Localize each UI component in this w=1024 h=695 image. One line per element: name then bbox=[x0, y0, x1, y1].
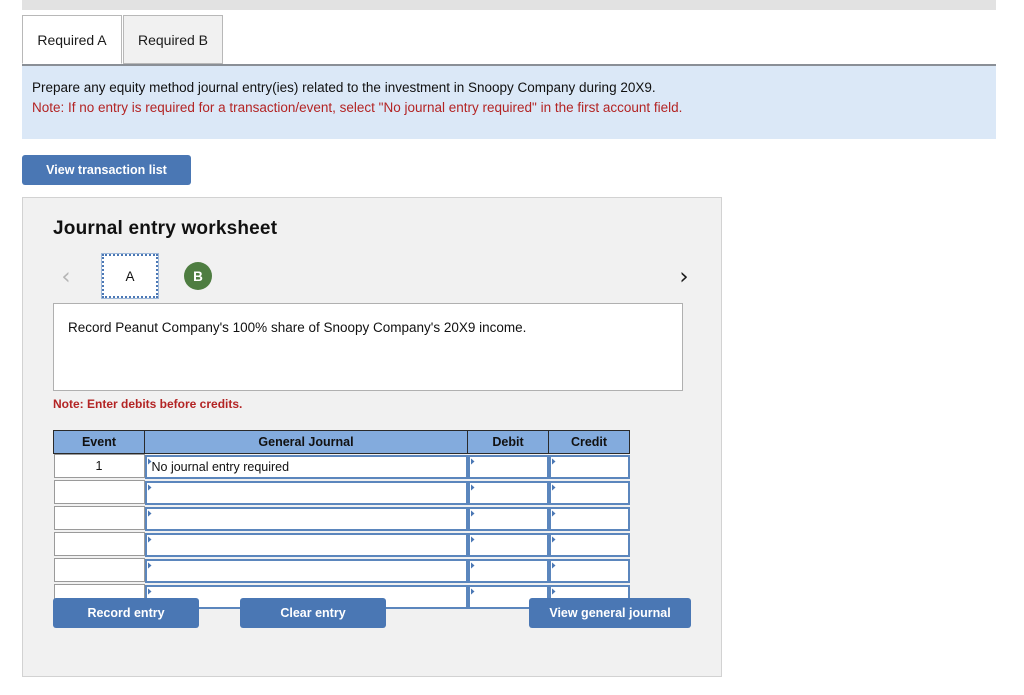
transaction-description-text: Record Peanut Company's 100% share of Sn… bbox=[68, 320, 527, 335]
dropdown-marker-icon bbox=[470, 458, 475, 465]
column-header-event: Event bbox=[53, 430, 145, 454]
tab-required-b-label: Required B bbox=[137, 31, 209, 48]
pager-page-a-label: A bbox=[125, 268, 135, 284]
journal-entry-table: Event General Journal Debit Credit 1 No … bbox=[53, 430, 630, 610]
record-entry-label: Record entry bbox=[87, 606, 165, 620]
dropdown-marker-icon bbox=[147, 588, 152, 595]
page-root: Required A Required B Prepare any equity… bbox=[0, 0, 1024, 695]
journal-entry-table-body: 1 No journal entry required bbox=[53, 454, 630, 611]
column-header-credit: Credit bbox=[548, 430, 630, 454]
event-cell: 1 bbox=[53, 454, 145, 478]
pager-page-b-label: B bbox=[193, 268, 203, 284]
general-journal-input[interactable]: No journal entry required bbox=[144, 455, 468, 479]
debits-before-credits-note: Note: Enter debits before credits. bbox=[53, 397, 243, 411]
instruction-note: Note: If no entry is required for a tran… bbox=[32, 100, 683, 115]
tab-required-a[interactable]: Required A bbox=[22, 15, 122, 64]
debit-input[interactable] bbox=[467, 533, 549, 557]
table-row: 1 No journal entry required bbox=[53, 454, 630, 481]
view-general-journal-button[interactable]: View general journal bbox=[529, 598, 691, 628]
view-transaction-list-button[interactable]: View transaction list bbox=[22, 155, 191, 185]
tab-required-a-label: Required A bbox=[37, 31, 107, 48]
dropdown-marker-icon bbox=[147, 510, 152, 517]
clear-entry-button[interactable]: Clear entry bbox=[240, 598, 386, 628]
debit-input[interactable] bbox=[467, 481, 549, 505]
credit-input[interactable] bbox=[548, 481, 630, 505]
general-journal-input[interactable] bbox=[144, 507, 468, 531]
general-journal-input[interactable] bbox=[144, 559, 468, 583]
dropdown-marker-icon bbox=[470, 510, 475, 517]
tab-bar: Required A Required B bbox=[22, 15, 996, 65]
column-header-debit: Debit bbox=[467, 430, 549, 454]
dropdown-marker-icon bbox=[147, 536, 152, 543]
table-row bbox=[53, 558, 630, 584]
credit-input[interactable] bbox=[548, 533, 630, 557]
pager-next-icon[interactable]: › bbox=[671, 263, 697, 291]
credit-input[interactable] bbox=[548, 455, 630, 479]
record-entry-button[interactable]: Record entry bbox=[53, 598, 199, 628]
dropdown-marker-icon bbox=[551, 458, 556, 465]
column-header-general-journal: General Journal bbox=[144, 430, 468, 454]
table-row bbox=[53, 480, 630, 506]
event-cell bbox=[53, 480, 145, 504]
table-row bbox=[53, 532, 630, 558]
dropdown-marker-icon bbox=[470, 562, 475, 569]
credit-input[interactable] bbox=[548, 507, 630, 531]
top-gray-strip bbox=[22, 0, 996, 10]
worksheet-title: Journal entry worksheet bbox=[53, 218, 278, 239]
pager-prev-icon[interactable]: ‹ bbox=[53, 263, 79, 291]
dropdown-marker-icon bbox=[551, 562, 556, 569]
pager-page-b[interactable]: B bbox=[184, 262, 212, 290]
worksheet-pager: ‹ A B › bbox=[23, 253, 721, 301]
event-cell bbox=[53, 532, 145, 556]
table-row bbox=[53, 506, 630, 532]
dropdown-marker-icon bbox=[147, 562, 152, 569]
clear-entry-label: Clear entry bbox=[280, 606, 346, 620]
table-header-row: Event General Journal Debit Credit bbox=[53, 430, 630, 454]
dropdown-marker-icon bbox=[551, 536, 556, 543]
dropdown-marker-icon bbox=[551, 588, 556, 595]
journal-entry-worksheet-panel: Journal entry worksheet ‹ A B › Record P… bbox=[22, 197, 722, 677]
transaction-description-box: Record Peanut Company's 100% share of Sn… bbox=[53, 303, 683, 391]
dropdown-marker-icon bbox=[147, 484, 152, 491]
credit-input[interactable] bbox=[548, 559, 630, 583]
event-cell bbox=[53, 558, 145, 582]
dropdown-marker-icon bbox=[470, 588, 475, 595]
tab-required-b[interactable]: Required B bbox=[123, 15, 223, 64]
dropdown-marker-icon bbox=[551, 484, 556, 491]
view-transaction-list-label: View transaction list bbox=[46, 163, 167, 177]
debit-input[interactable] bbox=[467, 559, 549, 583]
pager-page-a[interactable]: A bbox=[101, 253, 159, 299]
debit-input[interactable] bbox=[467, 507, 549, 531]
instructions-panel: Prepare any equity method journal entry(… bbox=[22, 64, 996, 139]
dropdown-marker-icon bbox=[470, 536, 475, 543]
debit-input[interactable] bbox=[467, 455, 549, 479]
general-journal-input[interactable] bbox=[144, 533, 468, 557]
dropdown-marker-icon bbox=[470, 484, 475, 491]
general-journal-input[interactable] bbox=[144, 481, 468, 505]
dropdown-marker-icon bbox=[551, 510, 556, 517]
view-general-journal-label: View general journal bbox=[549, 606, 671, 620]
event-cell bbox=[53, 506, 145, 530]
instruction-text: Prepare any equity method journal entry(… bbox=[32, 80, 656, 95]
general-journal-value: No journal entry required bbox=[151, 460, 290, 474]
